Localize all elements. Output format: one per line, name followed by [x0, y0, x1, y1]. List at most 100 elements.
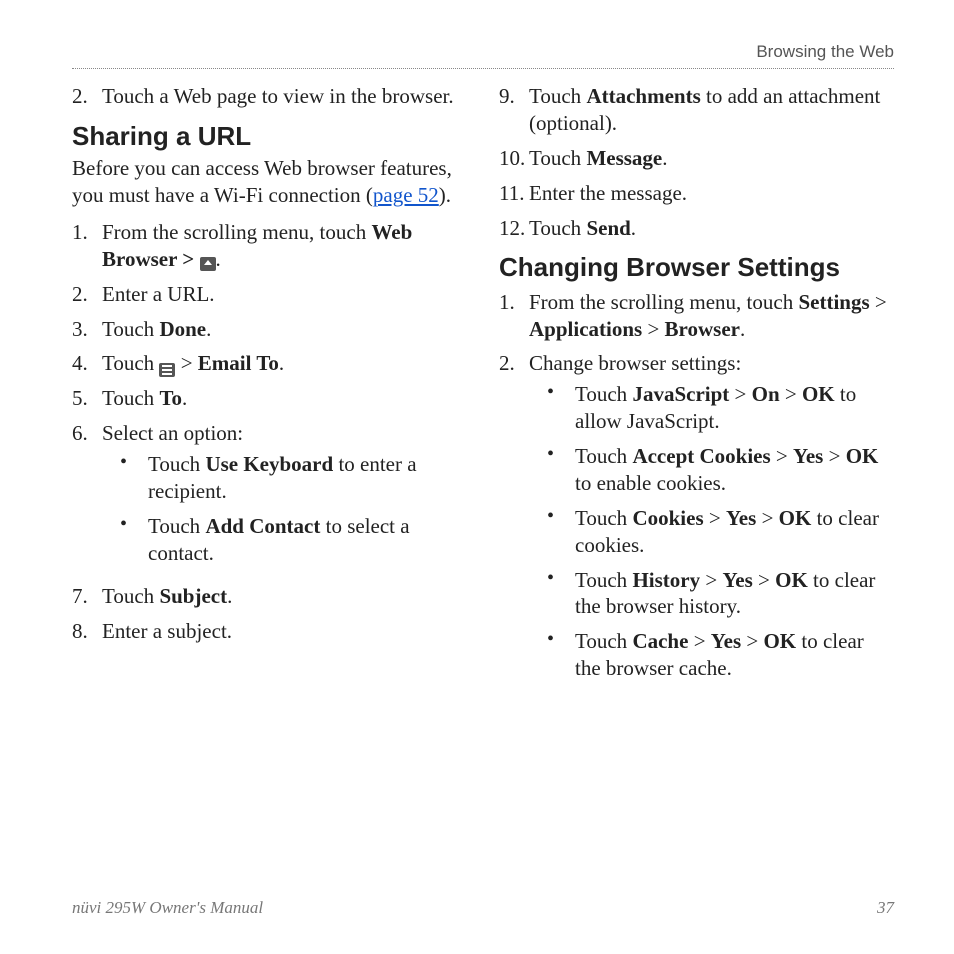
text: . [182, 386, 187, 410]
bold-text: Cache [632, 629, 688, 653]
item-number: 4. [72, 350, 102, 377]
text: > [780, 382, 802, 406]
item-text: From the scrolling menu, touch Settings … [529, 289, 894, 343]
text: > [175, 351, 197, 375]
bold-text: OK [779, 506, 812, 530]
item-number: 8. [72, 618, 102, 645]
text: . [740, 317, 745, 341]
item-number: 11. [499, 180, 529, 207]
text: Touch [575, 629, 632, 653]
item-text: Touch Use Keyboard to enter a recipient. [148, 451, 467, 505]
bold-text: Browser [665, 317, 740, 341]
sub-list: • Touch JavaScript > On > OK to allow Ja… [547, 381, 894, 682]
item-text: Touch History > Yes > OK to clear the br… [575, 567, 894, 621]
item-text: Touch Add Contact to select a contact. [148, 513, 467, 567]
item-number: 7. [72, 583, 102, 610]
heading-changing-settings: Changing Browser Settings [499, 251, 894, 284]
bold-text: OK [763, 629, 796, 653]
text: to enable cookies. [575, 471, 726, 495]
bold-text: Done [159, 317, 206, 341]
list-item: 2. Enter a URL. [72, 281, 467, 308]
text: Touch [102, 386, 159, 410]
bold-text: Subject [159, 584, 227, 608]
list-item: 3. Touch Done. [72, 316, 467, 343]
text: Touch [102, 317, 159, 341]
item-text: Select an option: • Touch Use Keyboard t… [102, 420, 467, 574]
left-column: 2. Touch a Web page to view in the brows… [72, 79, 467, 698]
text: From the scrolling menu, touch [102, 220, 371, 244]
item-number: 6. [72, 420, 102, 447]
item-text: Enter a URL. [102, 281, 467, 308]
home-icon [200, 257, 216, 271]
text: > [688, 629, 710, 653]
item-number: 3. [72, 316, 102, 343]
sub-item: • Touch JavaScript > On > OK to allow Ja… [547, 381, 894, 435]
lead-list: 2. Touch a Web page to view in the brows… [72, 83, 467, 110]
bold-text: Add Contact [205, 514, 320, 538]
bold-text: OK [846, 444, 879, 468]
sub-item: • Touch Cookies > Yes > OK to clear cook… [547, 505, 894, 559]
text: ). [439, 183, 451, 207]
share-steps-cont: 9. Touch Attachments to add an attachmen… [499, 83, 894, 241]
item-text: Touch Subject. [102, 583, 467, 610]
sub-list: • Touch Use Keyboard to enter a recipien… [120, 451, 467, 567]
text: Touch [575, 568, 632, 592]
item-number: 12. [499, 215, 529, 242]
text: . [216, 247, 221, 271]
list-item: 9. Touch Attachments to add an attachmen… [499, 83, 894, 137]
text: Touch [148, 514, 205, 538]
item-text: Touch Cookies > Yes > OK to clear cookie… [575, 505, 894, 559]
text: From the scrolling menu, touch [529, 290, 798, 314]
bullet-icon: • [547, 443, 575, 465]
item-text: Touch Message. [529, 145, 894, 172]
bold-text: JavaScript [632, 382, 729, 406]
bold-text: Yes [722, 568, 752, 592]
item-text: Touch Send. [529, 215, 894, 242]
list-item: 2. Touch a Web page to view in the brows… [72, 83, 467, 110]
list-item: 10. Touch Message. [499, 145, 894, 172]
share-steps: 1. From the scrolling menu, touch Web Br… [72, 219, 467, 645]
item-text: Touch JavaScript > On > OK to allow Java… [575, 381, 894, 435]
bold-text: Cookies [632, 506, 703, 530]
item-text: Enter a subject. [102, 618, 467, 645]
item-text: Touch a Web page to view in the browser. [102, 83, 467, 110]
text: Touch [529, 216, 586, 240]
bold-text: Send [586, 216, 630, 240]
bullet-icon: • [547, 567, 575, 589]
menu-icon [159, 363, 175, 377]
item-number: 1. [499, 289, 529, 316]
content-columns: 2. Touch a Web page to view in the brows… [72, 79, 894, 698]
bold-text: Yes [711, 629, 741, 653]
bold-text: Message [586, 146, 662, 170]
text: Touch [575, 382, 632, 406]
right-column: 9. Touch Attachments to add an attachmen… [499, 79, 894, 698]
running-header: Browsing the Web [72, 42, 894, 68]
bold-text: Yes [726, 506, 756, 530]
bold-text: Settings [798, 290, 869, 314]
list-item: 1. From the scrolling menu, touch Settin… [499, 289, 894, 343]
list-item: 6. Select an option: • Touch Use Keyboar… [72, 420, 467, 574]
page-number: 37 [877, 898, 894, 918]
bold-text: OK [802, 382, 835, 406]
bullet-icon: • [547, 505, 575, 527]
heading-sharing-url: Sharing a URL [72, 120, 467, 153]
settings-steps: 1. From the scrolling menu, touch Settin… [499, 289, 894, 690]
text: . [227, 584, 232, 608]
item-number: 2. [72, 281, 102, 308]
text: > [704, 506, 726, 530]
item-text: Touch Cache > Yes > OK to clear the brow… [575, 628, 894, 682]
text: > [729, 382, 751, 406]
bold-text: On [752, 382, 780, 406]
bold-text: Yes [793, 444, 823, 468]
list-item: 7. Touch Subject. [72, 583, 467, 610]
item-number: 2. [72, 83, 102, 110]
text: Select an option: [102, 421, 243, 445]
list-item: 1. From the scrolling menu, touch Web Br… [72, 219, 467, 273]
sub-item: • Touch Add Contact to select a contact. [120, 513, 467, 567]
item-number: 9. [499, 83, 529, 110]
page-link-52[interactable]: page 52 [373, 183, 439, 207]
item-text: Touch Accept Cookies > Yes > OK to enabl… [575, 443, 894, 497]
text: > [700, 568, 722, 592]
list-item: 12. Touch Send. [499, 215, 894, 242]
sub-item: • Touch Cache > Yes > OK to clear the br… [547, 628, 894, 682]
